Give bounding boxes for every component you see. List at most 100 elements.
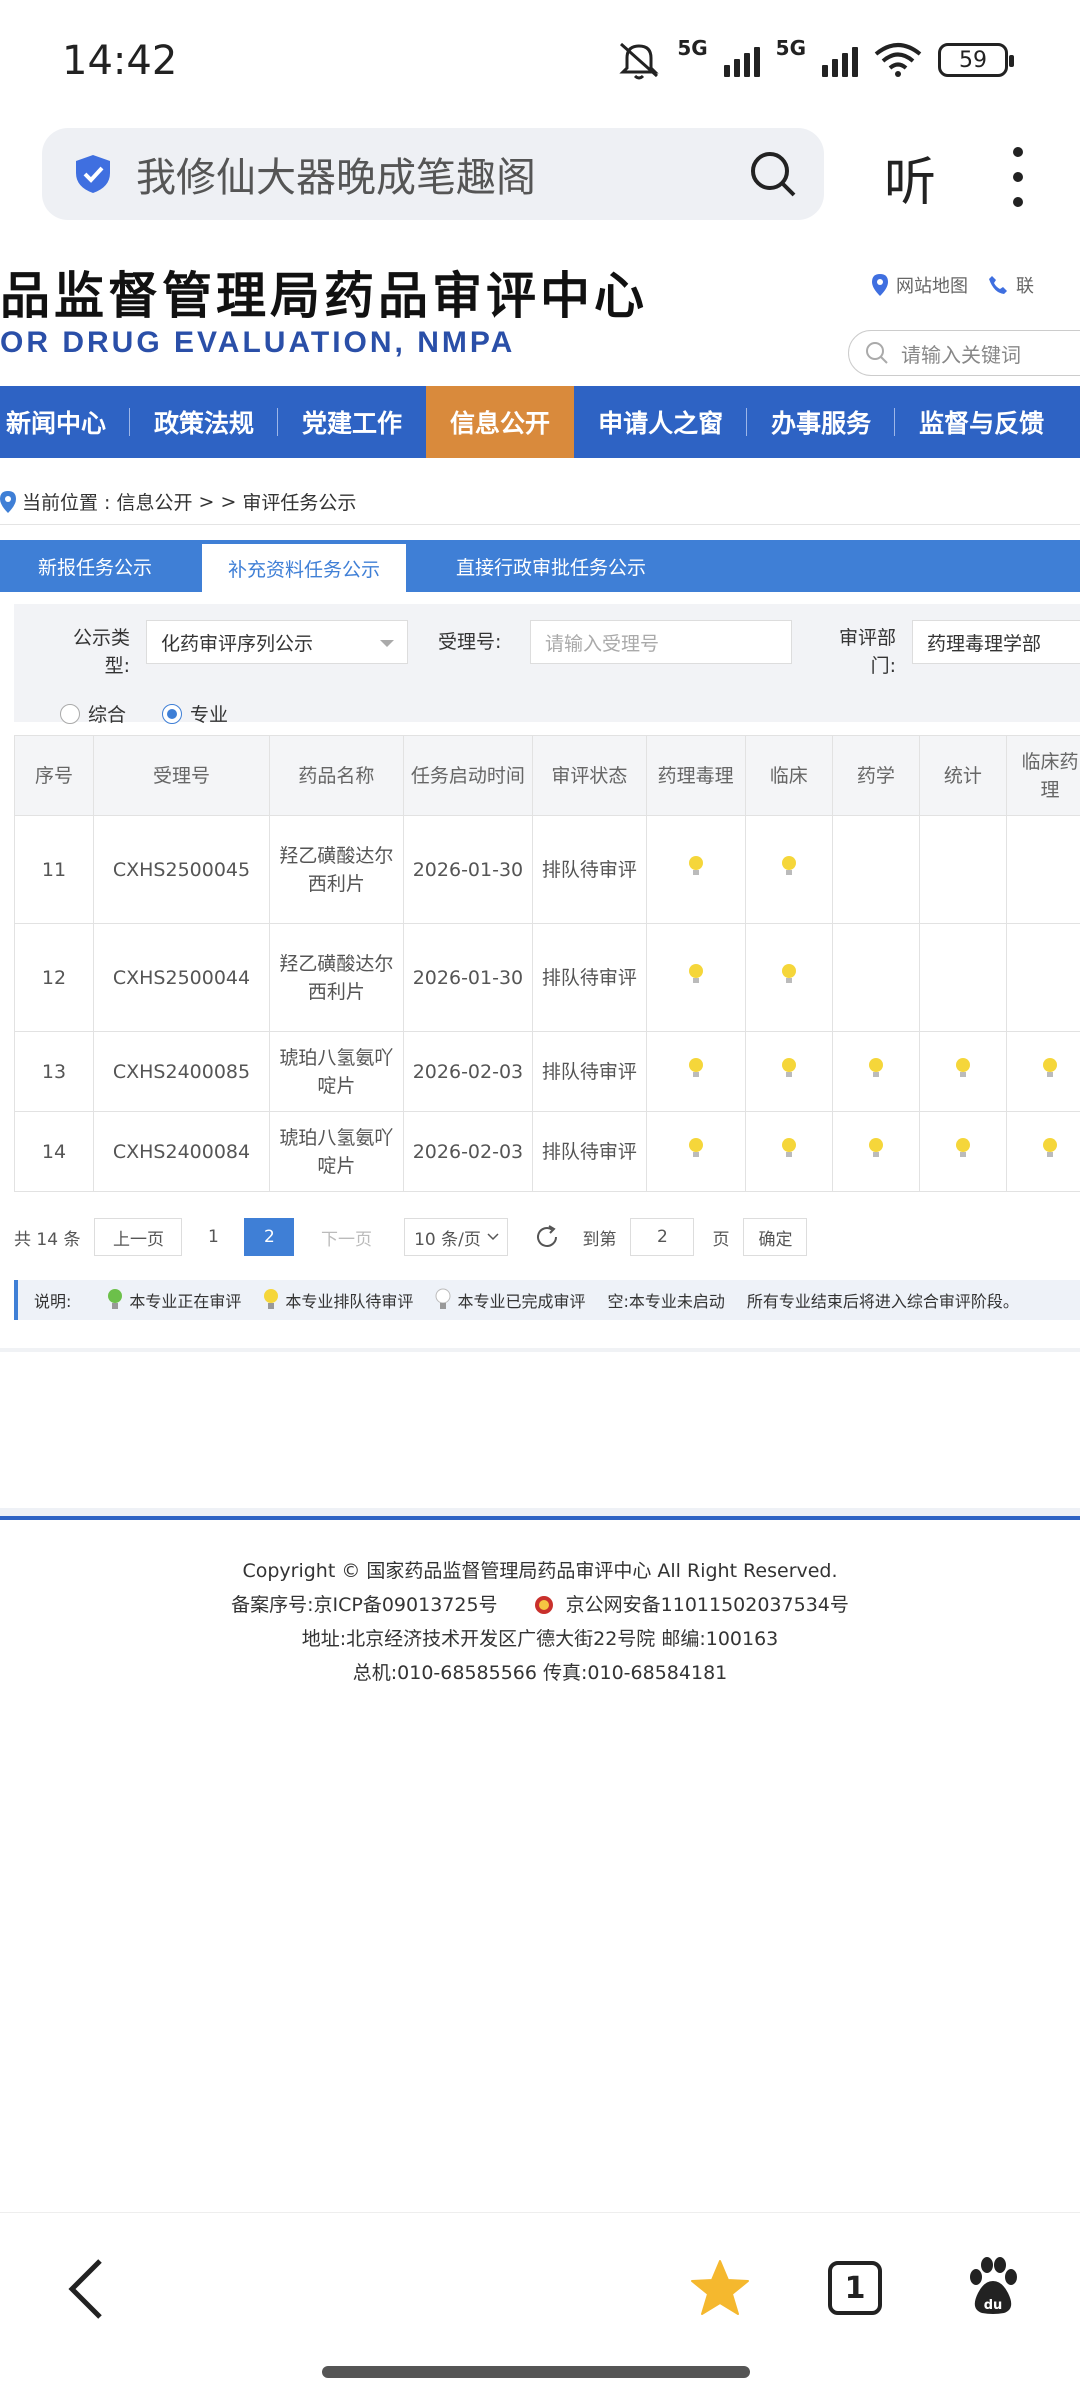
type-select[interactable]: 化药审评序列公示 [146, 620, 408, 664]
bulb-yellow-icon [688, 963, 703, 983]
baidu-paw-icon[interactable]: du [966, 2257, 1020, 2317]
shield-icon [76, 155, 110, 193]
legend-empty: 空:本专业未启动 [607, 1292, 725, 1311]
nav-item-news[interactable]: 新闻中心 [0, 386, 131, 458]
phone-icon [989, 276, 1007, 294]
cell-status: 排队待审评 [532, 923, 647, 1032]
bulb-yellow-icon [955, 1137, 970, 1157]
confirm-button[interactable]: 确定 [743, 1218, 808, 1256]
accept-number-input[interactable]: 请输入受理号 [530, 620, 792, 664]
pagination: 共 14 条 上一页 1 2 下一页 10 条/页 到第 2 页 确定 [14, 1218, 815, 1256]
accept-number-placeholder: 请输入受理号 [545, 632, 660, 655]
cell-status: 排队待审评 [532, 1031, 647, 1112]
legend-note: 所有专业结束后将进入综合审评阶段。 [746, 1292, 1019, 1311]
site-search-input[interactable]: 请输入关键词 [848, 330, 1080, 376]
tabs-count-button[interactable]: 1 [828, 2261, 882, 2315]
nav-item-feedback[interactable]: 监督与反馈 [895, 386, 1068, 458]
footer-police[interactable]: 京公网安备11011502037534号 [566, 1594, 849, 1616]
cell-review-mark [831, 1031, 920, 1112]
cell-accept-id: CXHS2400084 [92, 1111, 271, 1192]
cell-drug-name: 琥珀八氢氨吖啶片 [269, 1111, 404, 1192]
contact-link[interactable]: 联 [1016, 272, 1034, 298]
page-2-button[interactable]: 2 [244, 1218, 295, 1256]
legend-white: 本专业已完成审评 [457, 1292, 586, 1311]
cell-no: 11 [14, 815, 94, 924]
dept-select-value: 药理毒理学部 [927, 632, 1042, 655]
search-icon [866, 342, 888, 364]
cell-review-mark [918, 1031, 1007, 1112]
listen-button[interactable]: 听 [884, 140, 936, 215]
table-body: 11 CXHS2500045 羟乙磺酸达尔西利片 2026-01-30 排队待审评 12 C… [14, 815, 1080, 1192]
tab-direct-approval[interactable]: 直接行政审批任务公示 [418, 540, 684, 592]
cell-start-time: 2026-02-03 [402, 1031, 534, 1112]
cell-review-mark [918, 923, 1007, 1032]
legend-title: 说明: [34, 1292, 72, 1311]
cell-no: 13 [14, 1031, 94, 1112]
table-row: 11 CXHS2500045 羟乙磺酸达尔西利片 2026-01-30 排队待审评 [14, 815, 1080, 924]
cell-no: 14 [14, 1111, 94, 1192]
location-pin-icon [0, 490, 16, 513]
main-nav: 新闻中心 政策法规 党建工作 信息公开 申请人之窗 办事服务 监督与反馈 [0, 386, 1080, 458]
table-header-row: 序号 受理号 药品名称 任务启动时间 审评状态 药理毒理 临床 药学 统计 临床… [14, 735, 1080, 816]
cell-status: 排队待审评 [532, 815, 647, 924]
dept-select[interactable]: 药理毒理学部 [912, 620, 1080, 664]
bulb-yellow-icon [688, 1137, 703, 1157]
refresh-icon[interactable] [534, 1224, 560, 1250]
legend: 说明: 本专业正在审评 本专业排队待审评 本专业已完成审评 空:本专业未启动 所… [14, 1280, 1080, 1320]
bulb-yellow-icon [688, 1057, 703, 1077]
cell-review-mark [1005, 815, 1080, 924]
page-size-select[interactable]: 10 条/页 [404, 1218, 509, 1256]
tab-supplement-task[interactable]: 补充资料任务公示 [202, 544, 407, 592]
prev-page-button[interactable]: 上一页 [94, 1218, 183, 1256]
star-icon[interactable] [690, 2259, 750, 2317]
more-menu-icon[interactable] [1000, 142, 1036, 212]
cell-drug-name: 琥珀八氢氨吖啶片 [269, 1031, 404, 1112]
goto-page-input[interactable]: 2 [630, 1218, 695, 1256]
nav-item-applicant[interactable]: 申请人之窗 [574, 386, 748, 458]
footer-divider [0, 1516, 1080, 1520]
police-badge-icon [534, 1596, 553, 1614]
address-bar[interactable]: 我修仙大器晚成笔趣阁 [42, 128, 824, 220]
header-statistics: 统计 [918, 735, 1007, 816]
next-page-button[interactable]: 下一页 [302, 1218, 391, 1256]
bulb-yellow-icon [1042, 1137, 1057, 1157]
home-indicator [322, 2366, 750, 2378]
site-subtitle: OR DRUG EVALUATION, NMPA [0, 326, 516, 359]
search-icon[interactable] [748, 149, 798, 199]
cell-review-mark [1005, 923, 1080, 1032]
radio-all[interactable]: 综合 [60, 700, 126, 727]
nav-item-policy[interactable]: 政策法规 [130, 386, 279, 458]
back-icon[interactable] [66, 2257, 106, 2321]
table-row: 12 CXHS2500044 羟乙磺酸达尔西利片 2026-01-30 排队待审评 [14, 923, 1080, 1032]
breadcrumb: 当前位置 : 信息公开 > > 审评任务公示 [0, 488, 356, 515]
header-clinical: 临床 [744, 735, 833, 816]
filter-panel: 公示类型: 化药审评序列公示 受理号: 请输入受理号 审评部门: 药理毒理学部 … [14, 604, 1080, 726]
tab-new-task[interactable]: 新报任务公示 [0, 540, 190, 592]
nav-item-party[interactable]: 党建工作 [278, 386, 426, 458]
radio-professional[interactable]: 专业 [162, 700, 228, 727]
header-pharmtox: 药理毒理 [645, 735, 746, 816]
page-1-button[interactable]: 1 [190, 1218, 237, 1256]
legend-green: 本专业正在审评 [129, 1292, 242, 1311]
network-type-2: 5G [775, 36, 806, 60]
total-count: 共 14 条 [14, 1229, 81, 1250]
table-row: 14 CXHS2400084 琥珀八氢氨吖啶片 2026-02-03 排队待审评 [14, 1111, 1080, 1192]
nav-item-info[interactable]: 信息公开 [426, 386, 575, 458]
header-pharmacy: 药学 [831, 735, 920, 816]
sitemap-link[interactable]: 网站地图 [896, 272, 968, 298]
cell-start-time: 2026-01-30 [402, 815, 534, 924]
status-bar: 14:42 5G 5G 59 [0, 0, 1080, 120]
breadcrumb-prefix[interactable]: 当前位置 : 信息公开 [22, 488, 192, 515]
bulb-yellow-icon [781, 855, 796, 875]
nav-item-service[interactable]: 办事服务 [747, 386, 896, 458]
page-size-value: 10 条/页 [414, 1229, 481, 1250]
signal-icon [723, 43, 760, 77]
bulb-yellow-icon [868, 1137, 883, 1157]
header-status: 审评状态 [532, 735, 647, 816]
network-type-1: 5G [677, 36, 708, 60]
footer-icp[interactable]: 备案序号:京ICP备09013725号 [231, 1594, 497, 1616]
cell-start-time: 2026-01-30 [402, 923, 534, 1032]
goto-label: 到第 [582, 1229, 617, 1250]
site-search-placeholder: 请输入关键词 [901, 342, 1021, 367]
radio-all-label: 综合 [88, 704, 127, 726]
